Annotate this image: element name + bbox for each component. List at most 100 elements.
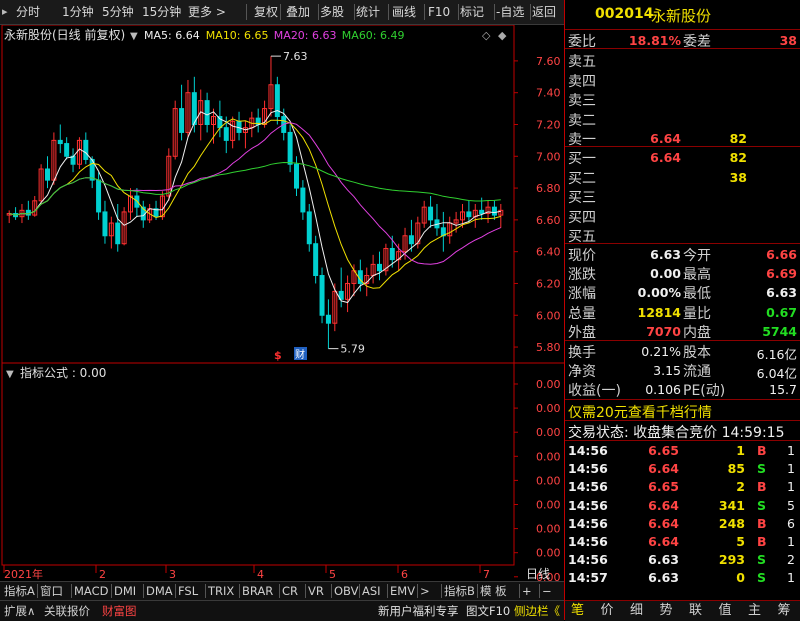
stat-label: 最高 xyxy=(683,267,711,284)
indicator-title: 指标公式 : 0.00 xyxy=(20,365,106,380)
fund-label: 股本 xyxy=(683,345,711,361)
status-left-0[interactable]: 扩展∧ xyxy=(4,603,35,619)
indicator-tab-11[interactable]: ASI xyxy=(362,582,381,600)
tick-price: 6.65 xyxy=(648,443,679,458)
indicator-tab-7[interactable]: BRAR xyxy=(242,582,273,600)
panel-tab-2[interactable]: 细 xyxy=(630,603,643,619)
back-button[interactable]: 返回 xyxy=(532,3,556,21)
panel-tab-7[interactable]: 筹 xyxy=(778,603,791,619)
fuquan-button[interactable]: 复权 xyxy=(254,3,278,21)
fund-label: 净资 xyxy=(568,364,596,380)
indicator-tab-10[interactable]: OBV xyxy=(334,582,358,600)
panel-tab-3[interactable]: 势 xyxy=(660,603,673,619)
date-axis-label: 7 xyxy=(483,568,490,581)
indicator-tab-5[interactable]: FSL xyxy=(178,582,198,600)
diamond-icon[interactable]: ◇ xyxy=(482,29,491,42)
panel-tab-5[interactable]: 值 xyxy=(719,603,732,619)
multi-stock-button[interactable]: 多股 xyxy=(320,3,344,21)
chart-menu-icon[interactable]: ▼ xyxy=(130,31,138,42)
indicator-tab-14[interactable]: 指标B xyxy=(444,582,475,600)
indicator-tab-0[interactable]: 指标A xyxy=(4,582,35,600)
tick-time: 14:57 xyxy=(568,570,608,586)
tick-price: 6.64 xyxy=(648,534,679,549)
stock-code: 002014 xyxy=(595,6,654,22)
ma-label-4: MA60: 6.49 xyxy=(342,29,405,42)
stat-label: 现价 xyxy=(568,248,596,264)
indicator-tab-15[interactable]: 模 板 xyxy=(480,582,507,600)
candle xyxy=(102,200,108,244)
indicator-tab-12[interactable]: EMV xyxy=(390,582,415,600)
mark-button[interactable]: 标记 xyxy=(460,3,484,21)
orderbook-divider xyxy=(565,243,800,244)
finance-marker-icon[interactable]: 财 xyxy=(295,348,305,361)
candle xyxy=(13,207,19,220)
tab-fenshi[interactable]: 分时 xyxy=(16,3,40,21)
fund-label: 收益(一) xyxy=(568,383,621,399)
tab-1min[interactable]: 1分钟 xyxy=(62,3,94,21)
tab-separator xyxy=(441,584,442,598)
stats-button[interactable]: 统计 xyxy=(356,3,380,21)
tick-row: 14:56 6.64 248 B 6 xyxy=(565,516,800,534)
buy-level-label: 买一 xyxy=(568,151,596,167)
indicator-axis-label: 0.00 xyxy=(536,523,561,536)
price-axis-label: 5.80 xyxy=(536,341,561,354)
sell-level-label: 卖二 xyxy=(568,112,596,129)
more-button[interactable]: 更多 > xyxy=(188,3,226,21)
kline-chart[interactable]: 永新股份(日线 前复权) ▼ MA5: 6.64 MA10: 6.65 MA20: 6.… xyxy=(0,24,564,608)
status-right-1[interactable]: 图文F10 xyxy=(466,603,510,619)
stat-label: 今开 xyxy=(683,248,711,264)
dividend-marker-icon[interactable]: $ xyxy=(274,349,282,362)
indicator-tab-3[interactable]: DMI xyxy=(114,582,136,600)
candle xyxy=(268,56,274,117)
status-left-1[interactable]: 关联报价 xyxy=(44,603,90,619)
stat-value: 6.63 xyxy=(766,285,797,301)
indicator-tab-16[interactable]: + xyxy=(522,582,532,600)
candle xyxy=(491,200,497,220)
menu-triangle-icon[interactable]: ▸ xyxy=(2,3,8,21)
candle xyxy=(370,254,376,284)
panel-tab-6[interactable]: 主 xyxy=(748,603,761,619)
indicator-tab-1[interactable]: 窗口 xyxy=(40,582,63,600)
tick-volume: 248 xyxy=(718,515,745,531)
indicator-tab-8[interactable]: CR xyxy=(282,582,298,600)
stat-value: 7070 xyxy=(646,323,681,339)
pin-icon[interactable]: ◆ xyxy=(498,29,507,42)
promo-banner[interactable]: 仅需20元查看千档行情 xyxy=(568,402,712,422)
tab-separator xyxy=(519,584,520,598)
panel-tab-4[interactable]: 联 xyxy=(689,603,702,619)
period-label[interactable]: 日线 xyxy=(526,567,550,581)
tab-5min[interactable]: 5分钟 xyxy=(102,3,134,21)
status-right-0[interactable]: 新用户福利专享 xyxy=(378,603,459,619)
tab-separator xyxy=(477,584,478,598)
candle xyxy=(428,196,434,228)
tick-side: S xyxy=(757,461,767,477)
watchlist-button[interactable]: -自选 xyxy=(496,3,524,21)
kline-chart-area[interactable]: 永新股份(日线 前复权) ▼ MA5: 6.64 MA10: 6.65 MA20: 6.… xyxy=(0,24,564,608)
indicator-tab-17[interactable]: − xyxy=(542,582,552,600)
panel-tab-1[interactable]: 价 xyxy=(601,603,614,619)
draw-line-button[interactable]: 画线 xyxy=(392,3,416,21)
status-left-2[interactable]: 财富图 xyxy=(102,603,137,619)
stat-label: 涨跌 xyxy=(568,267,596,284)
tab-separator xyxy=(359,584,360,598)
panel-tab-0[interactable]: 笔 xyxy=(571,603,584,619)
candle xyxy=(383,243,389,276)
candle xyxy=(191,76,197,133)
indicator-tab-6[interactable]: TRIX xyxy=(208,582,234,600)
tab-15min[interactable]: 15分钟 xyxy=(142,3,181,21)
stat-label: 外盘 xyxy=(568,324,596,341)
indicator-tab-9[interactable]: VR xyxy=(308,582,324,600)
candle xyxy=(6,210,12,224)
status-right-2[interactable]: 侧边栏《 xyxy=(514,603,560,619)
indicator-tab-13[interactable]: > xyxy=(420,582,430,600)
candle xyxy=(179,84,185,141)
overlay-button[interactable]: 叠加 xyxy=(286,3,310,21)
indicator-menu-icon[interactable]: ▼ xyxy=(6,369,14,380)
f10-button[interactable]: F10 xyxy=(428,3,450,21)
indicator-tab-4[interactable]: DMA xyxy=(146,582,173,600)
high-marker: 7.63 xyxy=(283,50,308,63)
tick-row: 14:56 6.63 293 S 2 xyxy=(565,552,800,570)
tab-separator xyxy=(305,584,306,598)
candle xyxy=(498,203,504,228)
indicator-tab-2[interactable]: MACD xyxy=(74,582,108,600)
